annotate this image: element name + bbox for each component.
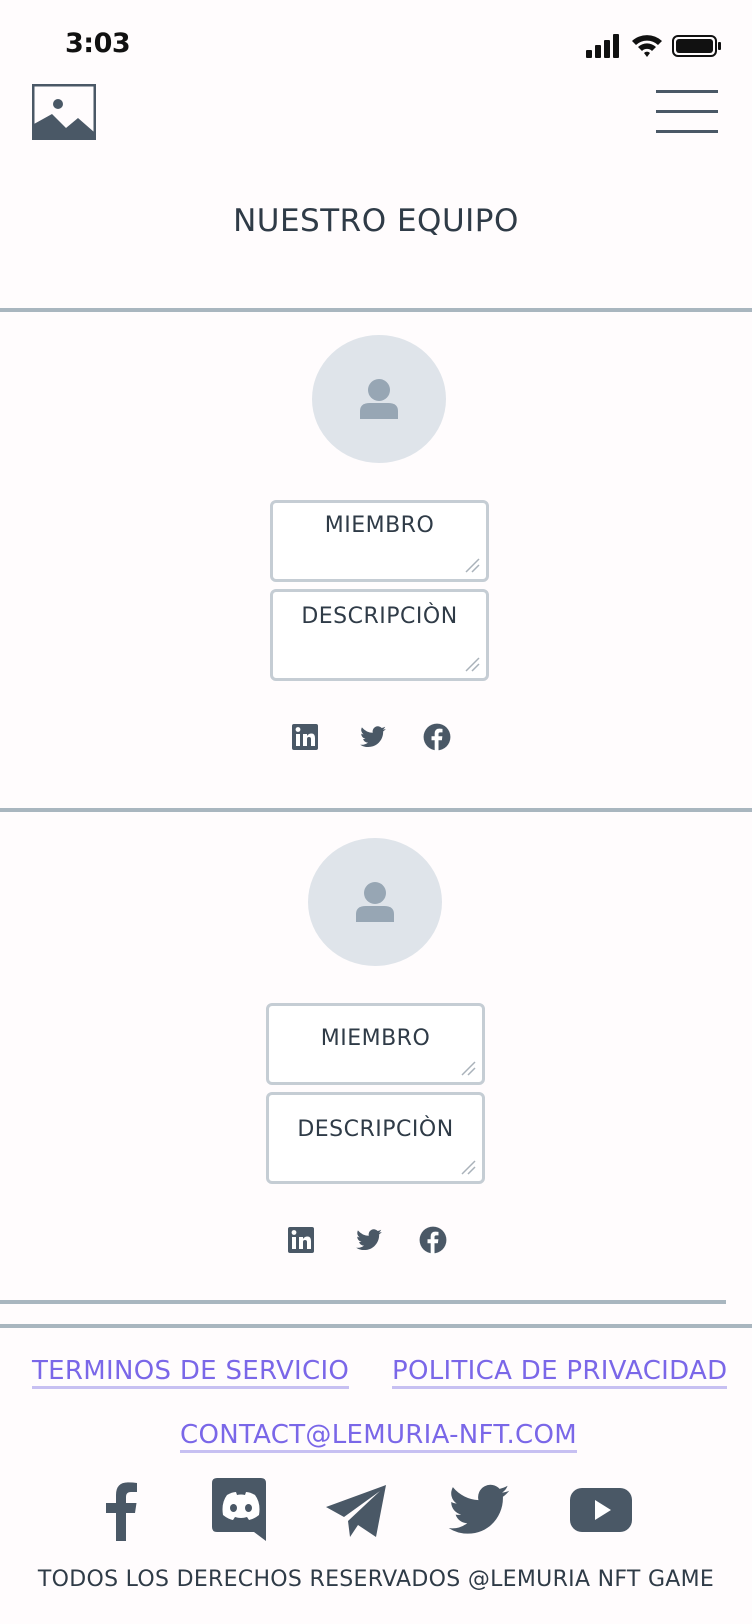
resize-grip-icon[interactable]	[464, 656, 480, 672]
telegram-icon[interactable]	[324, 1477, 390, 1543]
page-title: NUESTRO EQUIPO	[233, 203, 519, 239]
battery-icon	[672, 35, 721, 57]
menu-line	[656, 130, 718, 133]
resize-grip-icon[interactable]	[460, 1159, 476, 1175]
cellular-signal-icon	[586, 34, 619, 58]
menu-line	[656, 90, 718, 93]
section-divider	[0, 308, 752, 312]
footer-divider	[0, 1324, 752, 1328]
linkedin-icon[interactable]	[287, 1226, 315, 1254]
section-divider	[0, 808, 752, 812]
wifi-icon	[632, 35, 662, 57]
menu-line	[656, 110, 718, 113]
member-avatar	[308, 838, 442, 966]
member-description-field[interactable]: DESCRIPCIÒN	[266, 1092, 485, 1184]
image-placeholder-icon[interactable]	[32, 84, 96, 140]
status-time: 3:03	[65, 28, 131, 59]
facebook-icon[interactable]	[88, 1477, 154, 1543]
twitter-icon[interactable]	[359, 723, 387, 751]
terms-of-service-link[interactable]: TERMINOS DE SERVICIO	[32, 1356, 350, 1389]
discord-icon[interactable]	[206, 1477, 272, 1543]
privacy-policy-link[interactable]: POLITICA DE PRIVACIDAD	[392, 1356, 728, 1389]
member-description-text: DESCRIPCIÒN	[301, 604, 458, 629]
twitter-icon[interactable]	[446, 1477, 512, 1543]
member-name-text: MIEMBRO	[324, 513, 435, 538]
facebook-icon[interactable]	[419, 1226, 447, 1254]
user-icon	[356, 882, 394, 922]
member-description-field[interactable]: DESCRIPCIÒN	[270, 589, 489, 681]
twitter-icon[interactable]	[355, 1226, 383, 1254]
copyright-text: TODOS LOS DERECHOS RESERVADOS @LEMURIA N…	[37, 1567, 715, 1592]
contact-email-link[interactable]: CONTACT@LEMURIA-NFT.COM	[180, 1420, 577, 1453]
section-divider	[0, 1300, 726, 1304]
facebook-icon[interactable]	[423, 723, 451, 751]
member-name-field[interactable]: MIEMBRO	[270, 500, 489, 582]
member-avatar	[312, 335, 446, 463]
linkedin-icon[interactable]	[291, 723, 319, 751]
hamburger-menu-button[interactable]	[656, 90, 718, 134]
youtube-icon[interactable]	[568, 1477, 634, 1543]
member-name-field[interactable]: MIEMBRO	[266, 1003, 485, 1085]
member-name-text: MIEMBRO	[320, 1026, 431, 1051]
member-description-text: DESCRIPCIÒN	[297, 1117, 454, 1142]
user-icon	[360, 379, 398, 419]
resize-grip-icon[interactable]	[460, 1060, 476, 1076]
resize-grip-icon[interactable]	[464, 557, 480, 573]
